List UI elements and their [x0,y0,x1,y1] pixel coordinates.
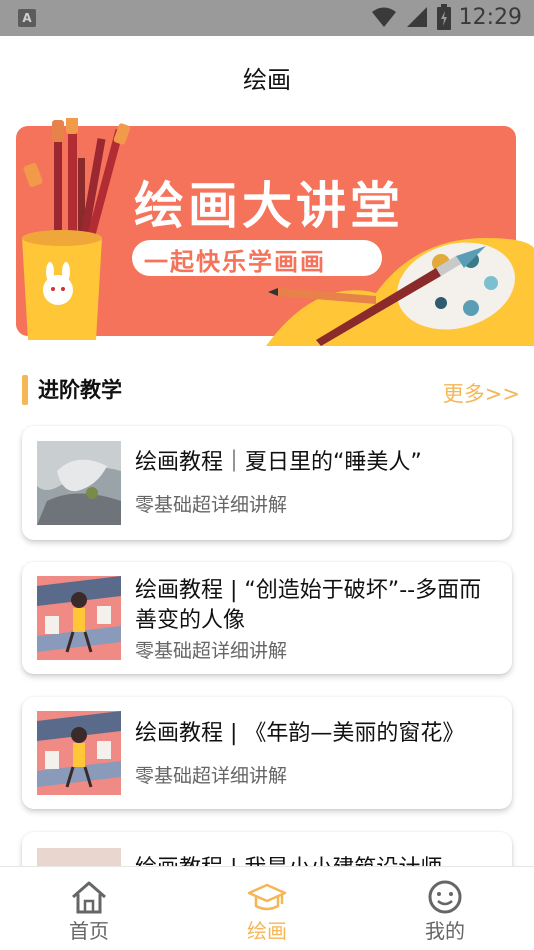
course-card[interactable]: 绘画教程 | 《年韵—美丽的窗花》 零基础超详细讲解 [22,697,512,809]
battery-icon [436,4,451,30]
promo-banner[interactable]: 绘画大讲堂 一起快乐学画画 [16,118,534,346]
course-card[interactable]: 绘画教程｜夏日里的“睡美人” 零基础超详细讲解 [22,426,512,540]
course-title: 绘画教程 | “创造始于破坏”--多面而善变的人像 [135,578,482,633]
status-bar: A 12:29 [0,0,534,36]
page-title: 绘画 [243,66,291,94]
notification-icon: A [18,9,36,27]
course-thumbnail [37,441,121,525]
banner-subtitle: 一起快乐学画画 [144,248,326,276]
nav-label-me: 我的 [425,919,465,943]
course-subtitle: 零基础超详细讲解 [135,765,288,787]
course-card[interactable]: 绘画教程 | “创造始于破坏”--多面而善变的人像 零基础超详细讲解 [22,562,512,674]
section-header: 进阶教学 更多>> [22,372,520,408]
status-icons: 12:29 [371,4,522,30]
signal-icon [406,7,427,27]
course-subtitle: 零基础超详细讲解 [135,640,288,662]
nav-label-home: 首页 [69,919,109,943]
wifi-icon [371,7,396,27]
section-accent-bar [22,375,28,405]
nav-label-drawing: 绘画 [247,919,287,943]
nav-item-drawing[interactable]: 绘画 [207,867,327,950]
course-subtitle: 零基础超详细讲解 [135,494,288,516]
course-title: 绘画教程｜夏日里的“睡美人” [135,450,422,475]
status-time: 12:29 [458,4,522,30]
nav-item-me[interactable]: 我的 [385,867,505,950]
graduation-cap-icon [247,883,287,911]
course-thumbnail [37,711,121,795]
home-icon [72,881,106,914]
course-title: 绘画教程 | 《年韵—美丽的窗花》 [135,721,465,746]
bottom-navigation: 首页 绘画 我的 [0,866,534,950]
smiley-icon [428,880,462,914]
more-link[interactable]: 更多>> [443,378,520,408]
course-thumbnail [37,576,121,660]
section-title: 进阶教学 [38,378,122,402]
banner-title: 绘画大讲堂 [134,177,404,235]
nav-item-home[interactable]: 首页 [29,867,149,950]
